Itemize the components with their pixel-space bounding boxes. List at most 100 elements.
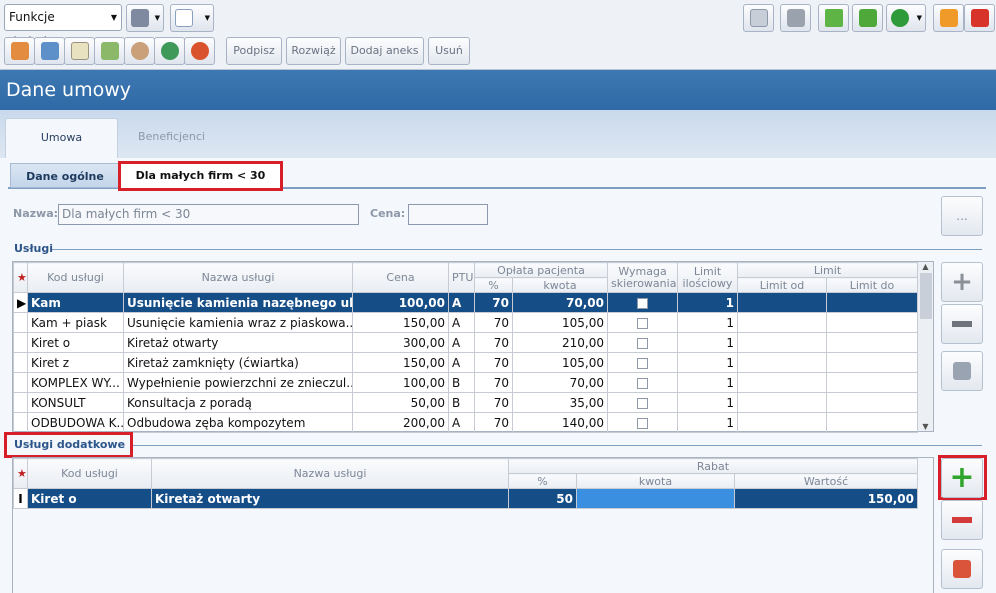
tab-beneficiaries[interactable]: Beneficjenci: [124, 118, 219, 158]
referral-checkbox[interactable]: [637, 317, 648, 329]
limit-qty-cell[interactable]: 1: [677, 312, 738, 333]
user-button[interactable]: [124, 37, 155, 65]
price-cell[interactable]: 50,00: [352, 392, 449, 413]
limit-from-cell[interactable]: [737, 292, 827, 313]
limit-to-cell[interactable]: [826, 372, 918, 393]
referral-cell[interactable]: [607, 352, 678, 373]
code-cell[interactable]: Kam: [27, 292, 124, 313]
price-field[interactable]: [408, 204, 488, 225]
row-indicator[interactable]: [13, 392, 28, 413]
limit-to-cell[interactable]: [826, 352, 918, 373]
fee-pct-cell[interactable]: 70: [474, 372, 513, 393]
fee-pct-cell[interactable]: 70: [474, 332, 513, 353]
referral-cell[interactable]: [607, 412, 678, 433]
price-cell[interactable]: 200,00: [352, 412, 449, 433]
table-row[interactable]: Kam + piask Usunięcie kamienia wraz z pia…: [13, 312, 918, 333]
price-cell[interactable]: 150,00: [352, 352, 449, 373]
referral-checkbox[interactable]: [637, 337, 648, 349]
clipboard-button[interactable]: [94, 37, 125, 65]
scroll-down-icon[interactable]: ▼: [918, 422, 933, 431]
limit-qty-cell[interactable]: 1: [677, 372, 738, 393]
limit-qty-cell[interactable]: 1: [677, 332, 738, 353]
name-cell[interactable]: Kiretaż otwarty: [123, 332, 353, 353]
terminate-button[interactable]: Rozwiąż: [286, 37, 341, 65]
lock-button[interactable]: [933, 4, 964, 32]
remove-service-button[interactable]: [941, 304, 983, 344]
fee-amt-cell[interactable]: 140,00: [512, 412, 608, 433]
code-cell[interactable]: Kiret o: [27, 488, 152, 509]
ptu-cell[interactable]: A: [448, 332, 475, 353]
referral-checkbox[interactable]: [637, 377, 648, 389]
price-cell[interactable]: 100,00: [352, 372, 449, 393]
name-cell[interactable]: Konsultacja z poradą: [123, 392, 353, 413]
code-cell[interactable]: Kam + piask: [27, 312, 124, 333]
ptu-cell[interactable]: A: [448, 292, 475, 313]
discount-pct-cell[interactable]: 50: [508, 488, 577, 509]
browse-button[interactable]: ...: [941, 196, 983, 236]
col-discount-pct[interactable]: %: [508, 473, 577, 489]
code-cell[interactable]: KOMPLEX WY...: [27, 372, 124, 393]
table-row[interactable]: Kiret o Kiretaż otwarty 300,00 A 70 210,00 1: [13, 332, 918, 353]
ptu-cell[interactable]: A: [448, 412, 475, 433]
fee-amt-cell[interactable]: 105,00: [512, 312, 608, 333]
row-indicator[interactable]: [13, 352, 28, 373]
name-cell[interactable]: Kiretaż otwarty: [151, 488, 509, 509]
name-cell[interactable]: Wypełnienie powierzchni ze znieczul...: [123, 372, 353, 393]
limit-qty-cell[interactable]: 1: [677, 292, 738, 313]
subtab-small-firms[interactable]: Dla małych firm < 30: [118, 161, 283, 191]
table-row[interactable]: ▶ Kam Usunięcie kamienia nazębnego ul... 10…: [13, 292, 918, 313]
limit-from-cell[interactable]: [737, 332, 827, 353]
discount-amt-cell[interactable]: [576, 488, 735, 509]
col-fee-pct[interactable]: %: [474, 277, 513, 293]
scroll-up-icon[interactable]: ▲: [918, 262, 933, 271]
table-row[interactable]: KONSULT Konsultacja z poradą 50,00 B 70 35,00…: [13, 392, 918, 413]
col-limit-to[interactable]: Limit do: [826, 277, 918, 293]
code-cell[interactable]: Kiret o: [27, 332, 124, 353]
tab-basic-contract[interactable]: Umowa podstawowa: [5, 118, 118, 182]
table-row[interactable]: KOMPLEX WY... Wypełnienie powierzchni ze …: [13, 372, 918, 393]
refresh-button[interactable]: [154, 37, 185, 65]
price-cell[interactable]: 100,00: [352, 292, 449, 313]
import-extra-button[interactable]: [941, 549, 983, 589]
ptu-cell[interactable]: B: [448, 392, 475, 413]
name-cell[interactable]: Usunięcie kamienia wraz z piaskowa...: [123, 312, 353, 333]
fee-pct-cell[interactable]: 70: [474, 412, 513, 433]
referral-cell[interactable]: [607, 392, 678, 413]
col-code[interactable]: Kod usługi: [27, 262, 124, 293]
ptu-cell[interactable]: A: [448, 352, 475, 373]
row-indicator[interactable]: [13, 412, 28, 433]
scroll-thumb[interactable]: [919, 273, 932, 319]
back-button[interactable]: [818, 4, 849, 32]
col-limit-from[interactable]: Limit od: [737, 277, 827, 293]
col-ptu[interactable]: PTU: [448, 262, 475, 293]
home-button[interactable]: [4, 37, 35, 65]
referral-cell[interactable]: [607, 332, 678, 353]
power-button[interactable]: [964, 4, 995, 32]
row-pointer-icon[interactable]: ▶: [13, 292, 28, 313]
row-cursor-icon[interactable]: I: [13, 488, 28, 509]
col-extra-code[interactable]: Kod usługi: [27, 458, 152, 489]
price-cell[interactable]: 300,00: [352, 332, 449, 353]
subtab-general[interactable]: Dane ogólne: [10, 163, 120, 188]
limit-to-cell[interactable]: [826, 292, 918, 313]
calendar-button[interactable]: [34, 37, 65, 65]
view-button[interactable]: ▼: [170, 4, 214, 32]
referral-checkbox[interactable]: [637, 297, 648, 309]
name-cell[interactable]: Kiretaż zamknięty (ćwiartka): [123, 352, 353, 373]
fee-amt-cell[interactable]: 35,00: [512, 392, 608, 413]
referral-checkbox[interactable]: [637, 397, 648, 409]
fee-amt-cell[interactable]: 70,00: [512, 372, 608, 393]
limit-from-cell[interactable]: [737, 312, 827, 333]
col-price[interactable]: Cena: [352, 262, 449, 293]
ptu-cell[interactable]: B: [448, 372, 475, 393]
limit-from-cell[interactable]: [737, 352, 827, 373]
col-value[interactable]: Wartość: [734, 473, 918, 489]
code-cell[interactable]: ODBUDOWA K...: [27, 412, 124, 433]
help-button[interactable]: ▼: [886, 4, 926, 32]
col-fee-amt[interactable]: kwota: [512, 277, 608, 293]
col-discount-amt[interactable]: kwota: [576, 473, 735, 489]
table-row[interactable]: I Kiret o Kiretaż otwarty 50 150,00: [13, 488, 918, 509]
add-extra-service-button[interactable]: +: [941, 458, 983, 498]
fee-pct-cell[interactable]: 70: [474, 292, 513, 313]
referral-cell[interactable]: [607, 372, 678, 393]
